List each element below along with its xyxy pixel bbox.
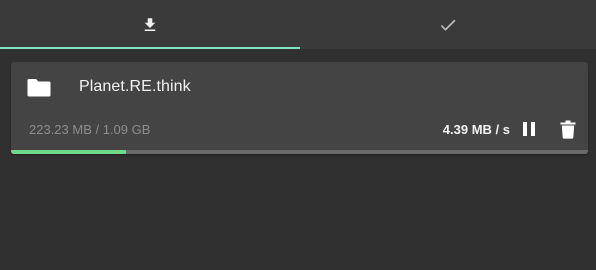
download-item[interactable]: Planet.RE.think 223.23 MB / 1.09 GB 4.39… <box>11 62 588 154</box>
tab-completed[interactable] <box>300 0 596 49</box>
delete-button[interactable] <box>559 119 577 139</box>
check-icon <box>440 19 456 31</box>
tab-bar <box>0 0 596 49</box>
pause-icon <box>523 122 535 136</box>
active-tab-indicator <box>0 47 300 49</box>
tab-downloads[interactable] <box>0 0 300 49</box>
trash-icon <box>560 120 576 139</box>
folder-icon <box>27 79 51 97</box>
progress-bar <box>11 150 588 154</box>
download-icon <box>144 17 156 31</box>
download-speed: 4.39 MB / s <box>442 122 510 137</box>
pause-button[interactable] <box>520 120 538 138</box>
size-progress-text: 223.23 MB / 1.09 GB <box>29 122 151 137</box>
file-name: Planet.RE.think <box>79 78 191 95</box>
progress-fill <box>11 150 127 154</box>
download-manager: Planet.RE.think 223.23 MB / 1.09 GB 4.39… <box>0 0 596 270</box>
